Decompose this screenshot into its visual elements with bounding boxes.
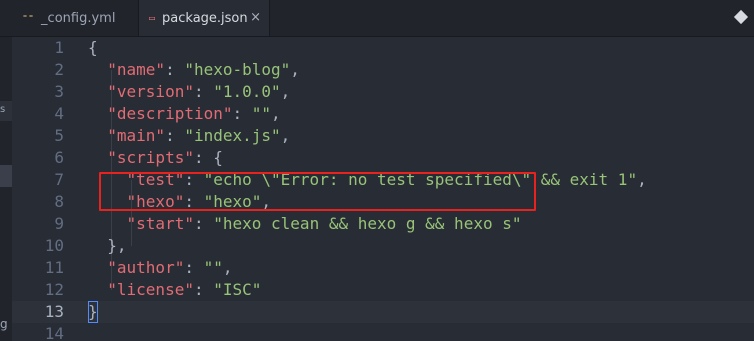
- code-line[interactable]: 11 "author": "",: [12, 257, 754, 279]
- json-string: "hexo-blog": [184, 60, 291, 79]
- json-key: "scripts": [107, 148, 194, 167]
- code-content: "start": "hexo clean && hexo g && hexo s…: [88, 213, 522, 235]
- git-icon[interactable]: [733, 9, 749, 25]
- code-line[interactable]: 13}: [12, 301, 754, 323]
- line-number: 2: [54, 60, 64, 79]
- json-string: "ISC": [213, 280, 262, 299]
- json-string: "hexo clean && hexo g && hexo s": [213, 214, 522, 233]
- code-token: ,: [290, 60, 300, 79]
- code-line[interactable]: 2 "name": "hexo-blog",: [12, 59, 754, 81]
- tab-bar: ⁼⁼ _config.yml ▭ package.json ×: [0, 0, 754, 37]
- code-line[interactable]: 14: [12, 323, 754, 341]
- code-line[interactable]: 10 },: [12, 235, 754, 257]
- json-string: "": [203, 258, 223, 277]
- tab-config-yml[interactable]: ⁼⁼ _config.yml: [0, 0, 137, 36]
- code-line[interactable]: 1{: [12, 37, 754, 59]
- code-line[interactable]: 4 "description": "",: [12, 103, 754, 125]
- code-line[interactable]: 12 "license": "ISC": [12, 279, 754, 301]
- code-token: :: [165, 126, 185, 145]
- yml-file-icon: ⁼⁼: [22, 12, 35, 24]
- line-number: 13: [44, 302, 64, 321]
- json-key: "start": [126, 214, 194, 233]
- line-number: 5: [54, 126, 64, 145]
- code-token: :: [232, 104, 252, 123]
- code-token: :: [193, 214, 214, 233]
- line-number: 8: [54, 192, 64, 211]
- tree-item-fragment: s: [0, 104, 6, 115]
- json-file-icon: ▭: [149, 12, 156, 24]
- code-line[interactable]: 9 "start": "hexo clean && hexo g && hexo…: [12, 213, 754, 235]
- code-token: :: [193, 82, 214, 101]
- json-string: "": [251, 104, 272, 123]
- code-content: "author": "",: [88, 257, 233, 279]
- line-number: 1: [54, 38, 64, 57]
- json-key: "name": [107, 60, 166, 79]
- code-token: ,: [222, 258, 233, 277]
- code-content: "description": "",: [88, 103, 281, 125]
- code-token: :: [193, 280, 214, 299]
- code-token: : {: [193, 148, 223, 167]
- line-number: 7: [54, 170, 64, 189]
- json-key: "license": [107, 280, 194, 299]
- code-line[interactable]: 5 "main": "index.js",: [12, 125, 754, 147]
- tab-package-json[interactable]: ▭ package.json ×: [138, 0, 270, 36]
- tree-item-fragment: g: [0, 317, 8, 331]
- code-line[interactable]: 3 "version": "1.0.0",: [12, 81, 754, 103]
- line-number: 14: [44, 324, 64, 341]
- code-token: ,: [637, 170, 647, 189]
- code-content: },: [88, 235, 127, 257]
- code-token: :: [165, 60, 185, 79]
- json-key: "version": [107, 82, 194, 101]
- tree-item-selected[interactable]: [0, 165, 12, 187]
- code-token: ,: [271, 104, 281, 123]
- code-line[interactable]: 6 "scripts": {: [12, 147, 754, 169]
- json-key: "description": [107, 104, 233, 123]
- code-token: ,: [280, 82, 291, 101]
- line-number: 6: [54, 148, 64, 167]
- line-number: 12: [44, 280, 64, 299]
- json-string: "index.js": [184, 126, 281, 145]
- annotation-highlight-box: [99, 172, 536, 211]
- code-content: "main": "index.js",: [88, 125, 290, 147]
- line-number: 3: [54, 82, 64, 101]
- code-token: :: [184, 258, 204, 277]
- code-content: "license": "ISC": [88, 279, 261, 301]
- json-key: "author": [107, 258, 185, 277]
- code-content: {: [88, 37, 98, 59]
- code-token: {: [88, 38, 98, 57]
- tab-label: _config.yml: [41, 10, 116, 26]
- code-token: },: [88, 236, 127, 255]
- code-content: "version": "1.0.0",: [88, 81, 290, 103]
- json-key: "main": [107, 126, 166, 145]
- code-token: ,: [280, 126, 291, 145]
- line-number: 4: [54, 104, 64, 123]
- tab-label: package.json: [162, 10, 248, 26]
- bracket-match-cursor: [88, 301, 98, 323]
- code-content: "scripts": {: [88, 147, 223, 169]
- line-number: 9: [54, 214, 64, 233]
- tree-view-edge: s g: [0, 37, 12, 341]
- close-icon[interactable]: ×: [250, 10, 261, 25]
- line-number: 10: [44, 236, 64, 255]
- json-string: "1.0.0": [213, 82, 281, 101]
- code-content: "name": "hexo-blog",: [88, 59, 300, 81]
- line-number: 11: [44, 258, 64, 277]
